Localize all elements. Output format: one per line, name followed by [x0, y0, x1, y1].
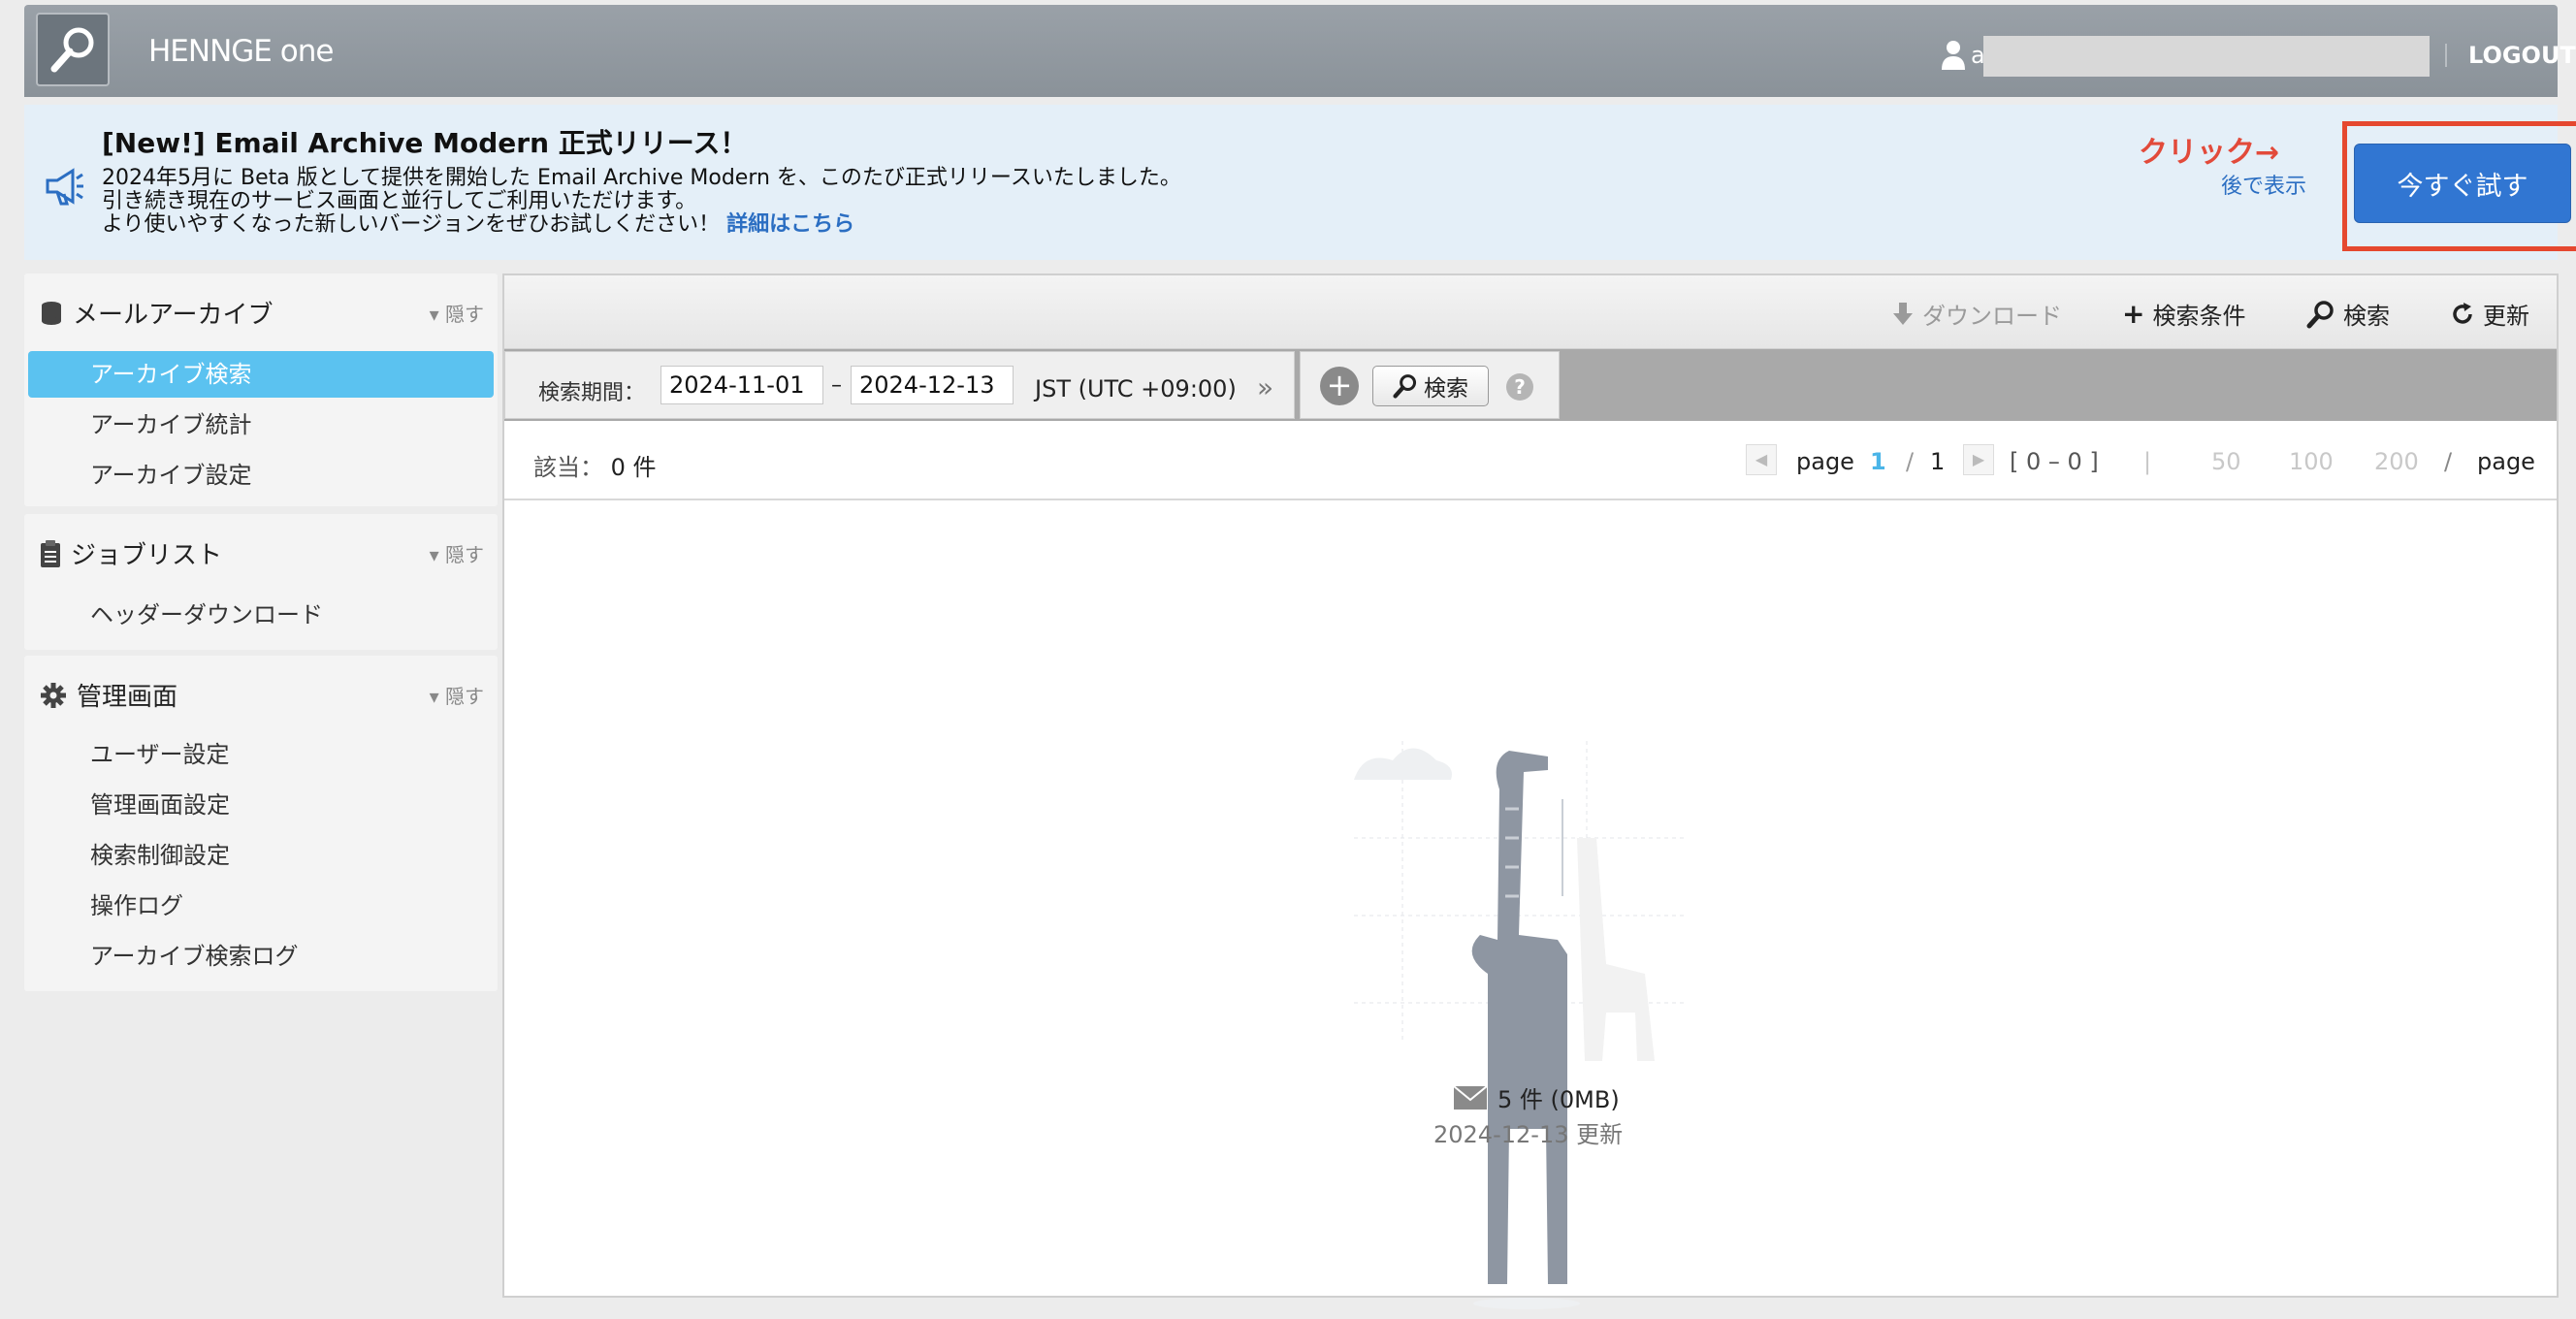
page-word: page [1796, 448, 1854, 475]
date-from-input[interactable] [660, 366, 823, 404]
sidebar-section-title: メールアーカイブ [73, 301, 274, 330]
hide-toggle[interactable]: ▾ 隠す [430, 681, 484, 709]
current-page: 1 [1870, 448, 1886, 475]
redacted-user-email [1983, 36, 2430, 77]
toolbar: ダウンロード + 検索条件 検索 更新 [504, 275, 2557, 349]
date-separator: – [831, 373, 842, 398]
top-header: HENNGE one a LOGOUT [24, 5, 2576, 97]
add-condition-icon[interactable]: + [1320, 367, 1359, 405]
header-separator [2445, 44, 2447, 67]
result-count: 該当： 0 件 [533, 454, 657, 481]
sidebar-section-header[interactable]: ジョブリスト [40, 535, 222, 571]
result-range: [ 0 – 0 ] [2010, 448, 2099, 475]
per-page-200[interactable]: 200 [2374, 448, 2419, 475]
sidebar-item-admin-settings[interactable]: 管理画面設定 [24, 782, 492, 828]
sidebar-section-admin: 管理画面 ▾ 隠す ユーザー設定 管理画面設定 検索制御設定 操作ログ アーカイ… [24, 656, 498, 991]
announcement-line-1: 2024年5月に Beta 版として提供を開始した Email Archive … [102, 166, 1181, 190]
sidebar-item-search-control[interactable]: 検索制御設定 [24, 832, 492, 879]
search-icon [1393, 374, 1417, 399]
expand-chevron-icon[interactable]: » [1257, 371, 1273, 403]
sidebar-item-header-download[interactable]: ヘッダーダウンロード [24, 592, 492, 638]
next-page-icon[interactable]: ▶ [1963, 444, 1994, 475]
refresh-icon [2453, 302, 2472, 324]
prev-page-icon[interactable]: ◀ [1746, 444, 1777, 475]
per-page-50[interactable]: 50 [2211, 448, 2241, 475]
announcement-line-3: より使いやすくなった新しいバージョンをぜひお試しください！ [102, 212, 721, 237]
sidebar-section-title: ジョブリスト [71, 541, 223, 570]
download-icon [1893, 302, 1913, 325]
user-icon [1942, 41, 1965, 70]
results-bar: 該当： 0 件 ◀ page 1 / 1 ▶ [ 0 – 0 ] | 50 10… [504, 421, 2557, 500]
search-bar: 検索期間： – JST (UTC +09:00) » + 検索 ? [504, 349, 2557, 421]
clipboard-icon [41, 539, 60, 567]
click-hint: クリック→ [2139, 136, 2280, 170]
sidebar-section-header[interactable]: メールアーカイブ [40, 295, 273, 331]
total-pages: 1 [1930, 448, 1946, 475]
sidebar-section-title: 管理画面 [77, 683, 178, 712]
megaphone-icon [46, 168, 83, 206]
announcement-line-3-wrap: より使いやすくなった新しいバージョンをぜひお試しください！ 詳細はこちら [102, 213, 854, 237]
plus-icon: + [2122, 298, 2145, 330]
announcement-banner: [New!] Email Archive Modern 正式リリース！ 2024… [24, 105, 2576, 260]
logout-link[interactable]: LOGOUT [2468, 42, 2576, 69]
per-page-divider: | [2143, 448, 2152, 475]
per-page-slash: / [2444, 448, 2453, 475]
hide-toggle[interactable]: ▾ 隠す [430, 539, 484, 567]
sidebar-item-operation-log[interactable]: 操作ログ [24, 883, 492, 929]
main-panel: ダウンロード + 検索条件 検索 更新 検索期間： – JST ( [502, 273, 2559, 1309]
download-button[interactable]: ダウンロード [1891, 297, 2062, 331]
details-link[interactable]: 詳細はこちら [726, 212, 854, 237]
sidebar-section-header[interactable]: 管理画面 [40, 677, 177, 713]
try-now-button[interactable]: 今すぐ試す [2354, 144, 2571, 223]
period-label: 検索期間： [538, 381, 646, 405]
announcement-title: [New!] Email Archive Modern 正式リリース！ [102, 127, 748, 159]
date-to-input[interactable] [851, 366, 1014, 404]
refresh-button[interactable]: 更新 [2450, 297, 2529, 331]
sidebar-item-archive-settings[interactable]: アーカイブ設定 [24, 452, 492, 499]
search-button[interactable]: 検索 [1372, 366, 1489, 406]
envelope-icon [1453, 1084, 1488, 1110]
brand-logo: HENNGE one [148, 34, 334, 69]
search-conditions-button[interactable]: + 検索条件 [2122, 297, 2245, 331]
search-logo-icon[interactable] [36, 13, 110, 86]
show-later-link[interactable]: 後で表示 [2221, 169, 2306, 200]
per-page-word: page [2477, 448, 2535, 475]
toolbar-search-button[interactable]: 検索 [2306, 297, 2390, 331]
per-page-100[interactable]: 100 [2289, 448, 2334, 475]
giraffe-illustration [1354, 741, 1684, 1309]
sidebar-item-user-settings[interactable]: ユーザー設定 [24, 731, 492, 778]
sidebar-item-archive-search[interactable]: アーカイブ検索 [28, 351, 494, 398]
period-box: 検索期間： – JST (UTC +09:00) » [504, 351, 1295, 419]
search-button-group: + 検索 ? [1300, 351, 1560, 419]
sidebar-item-archive-stats[interactable]: アーカイブ統計 [24, 402, 492, 448]
sidebar-item-archive-search-log[interactable]: アーカイブ検索ログ [24, 933, 492, 980]
hide-toggle[interactable]: ▾ 隠す [430, 299, 484, 327]
last-updated: 2024-12-13 更新 [1433, 1121, 1624, 1148]
page-separator: / [1906, 448, 1915, 475]
mail-count: 5 件 (0MB) [1453, 1080, 1620, 1114]
database-icon [42, 301, 61, 325]
help-icon[interactable]: ? [1506, 373, 1533, 401]
sidebar-section-mail-archive: メールアーカイブ ▾ 隠す アーカイブ検索 アーカイブ統計 アーカイブ設定 [24, 273, 498, 506]
search-icon [2306, 300, 2334, 328]
sidebar-section-job-list: ジョブリスト ▾ 隠す ヘッダーダウンロード [24, 514, 498, 650]
announcement-line-2: 引き続き現在のサービス画面と並行してご利用いただけます。 [102, 189, 697, 213]
timezone-label: JST (UTC +09:00) [1035, 375, 1237, 402]
gear-icon [41, 682, 66, 708]
